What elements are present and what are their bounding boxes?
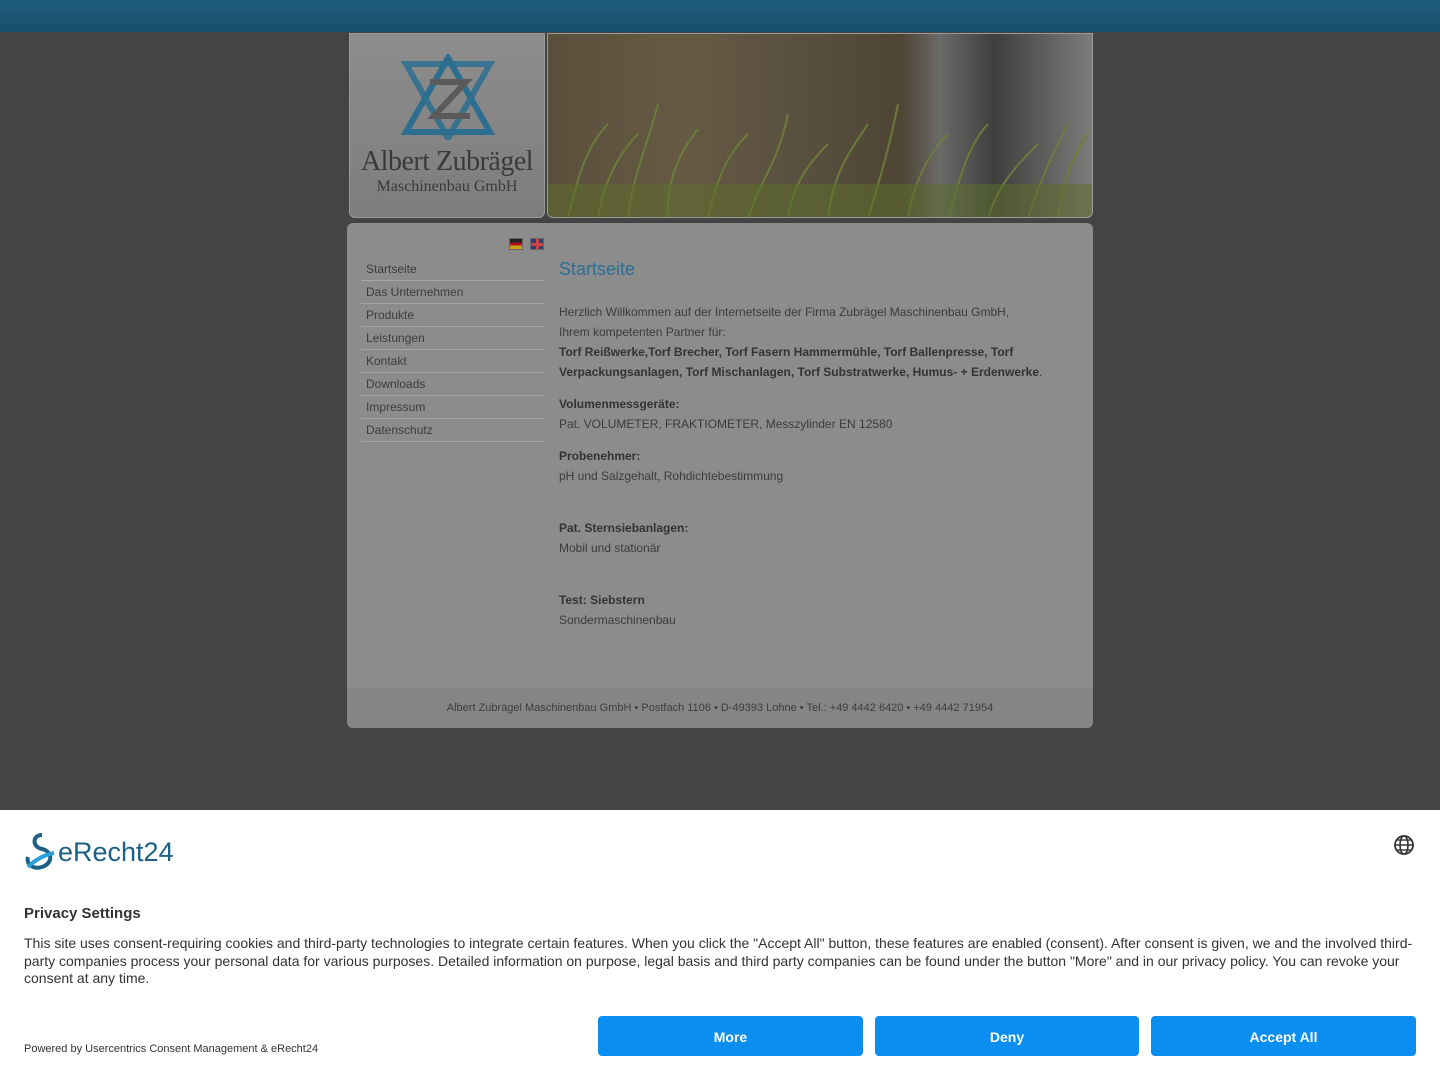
german-flag-icon[interactable] [509,238,523,250]
intro-line-2: Ihrem kompetenten Partner für: [559,325,726,339]
products-end: . [1039,365,1043,379]
main-panel: Startseite Das Unternehmen Produkte Leis… [347,223,1093,728]
section-text: Sondermaschinenbau [559,613,676,627]
products-list: Torf Reißwerke,Torf Brecher, Torf Fasern… [559,345,1040,379]
grass-image [548,103,1092,217]
consent-powered-by[interactable]: Powered by Usercentrics Consent Manageme… [24,1043,318,1055]
consent-description: This site uses consent-requiring cookies… [24,935,1413,986]
section-text: Pat. VOLUMETER, FRAKTIOMETER, Messzylind… [559,417,893,431]
nav-item-datenschutz[interactable]: Datenschutz [361,419,545,442]
more-button[interactable]: More [598,1016,863,1056]
content-area: Startseite Herzlich Willkommen auf der I… [559,259,1069,630]
nav-item-unternehmen[interactable]: Das Unternehmen [361,281,545,304]
section-text: pH und Salzgehalt, Rohdichtebestimmung [559,469,784,483]
section-title: Test: Siebstern [559,593,645,607]
logo-emblem-icon [400,54,496,140]
deny-button[interactable]: Deny [875,1016,1139,1056]
page-footer: Albert Zubrägel Maschinenbau GmbH • Post… [347,688,1093,728]
company-logo[interactable]: Albert Zubrägel Maschinenbau GmbH [349,33,545,218]
header-banner-image [547,33,1093,218]
language-switcher [509,238,547,256]
page-title: Startseite [559,259,636,279]
nav-item-leistungen[interactable]: Leistungen [361,327,545,350]
section-title: Pat. Sternsiebanlagen: [559,521,689,535]
sidebar-nav: Startseite Das Unternehmen Produkte Leis… [361,258,545,442]
logo-company-name: Albert Zubrägel [360,146,534,177]
intro-line-1: Herzlich Willkommen auf der Internetseit… [559,305,1010,319]
nav-item-impressum[interactable]: Impressum [361,396,545,419]
brand-text: eRecht24 [58,837,174,867]
logo-company-sub: Maschinenbau GmbH [376,178,518,195]
consent-title: Privacy Settings [24,905,141,922]
nav-item-kontakt[interactable]: Kontakt [361,350,545,373]
section-text: Mobil und stationär [559,541,661,555]
accept-all-button[interactable]: Accept All [1151,1016,1416,1056]
products-paragraph: Torf Reißwerke,Torf Brecher, Torf Fasern… [559,342,1069,382]
nav-item-downloads[interactable]: Downloads [361,373,545,396]
language-globe-icon[interactable] [1393,834,1415,856]
nav-item-produkte[interactable]: Produkte [361,304,545,327]
erecht24-logo: eRecht24 [24,833,174,876]
section-title: Volumenmessgeräte: [559,397,680,411]
nav-item-startseite[interactable]: Startseite [361,258,545,281]
page: Albert Zubrägel Maschinenbau GmbH Starts… [0,0,1440,810]
english-flag-icon[interactable] [530,238,545,250]
erecht24-logo-icon [25,833,55,870]
section-title: Probenehmer: [559,449,641,463]
